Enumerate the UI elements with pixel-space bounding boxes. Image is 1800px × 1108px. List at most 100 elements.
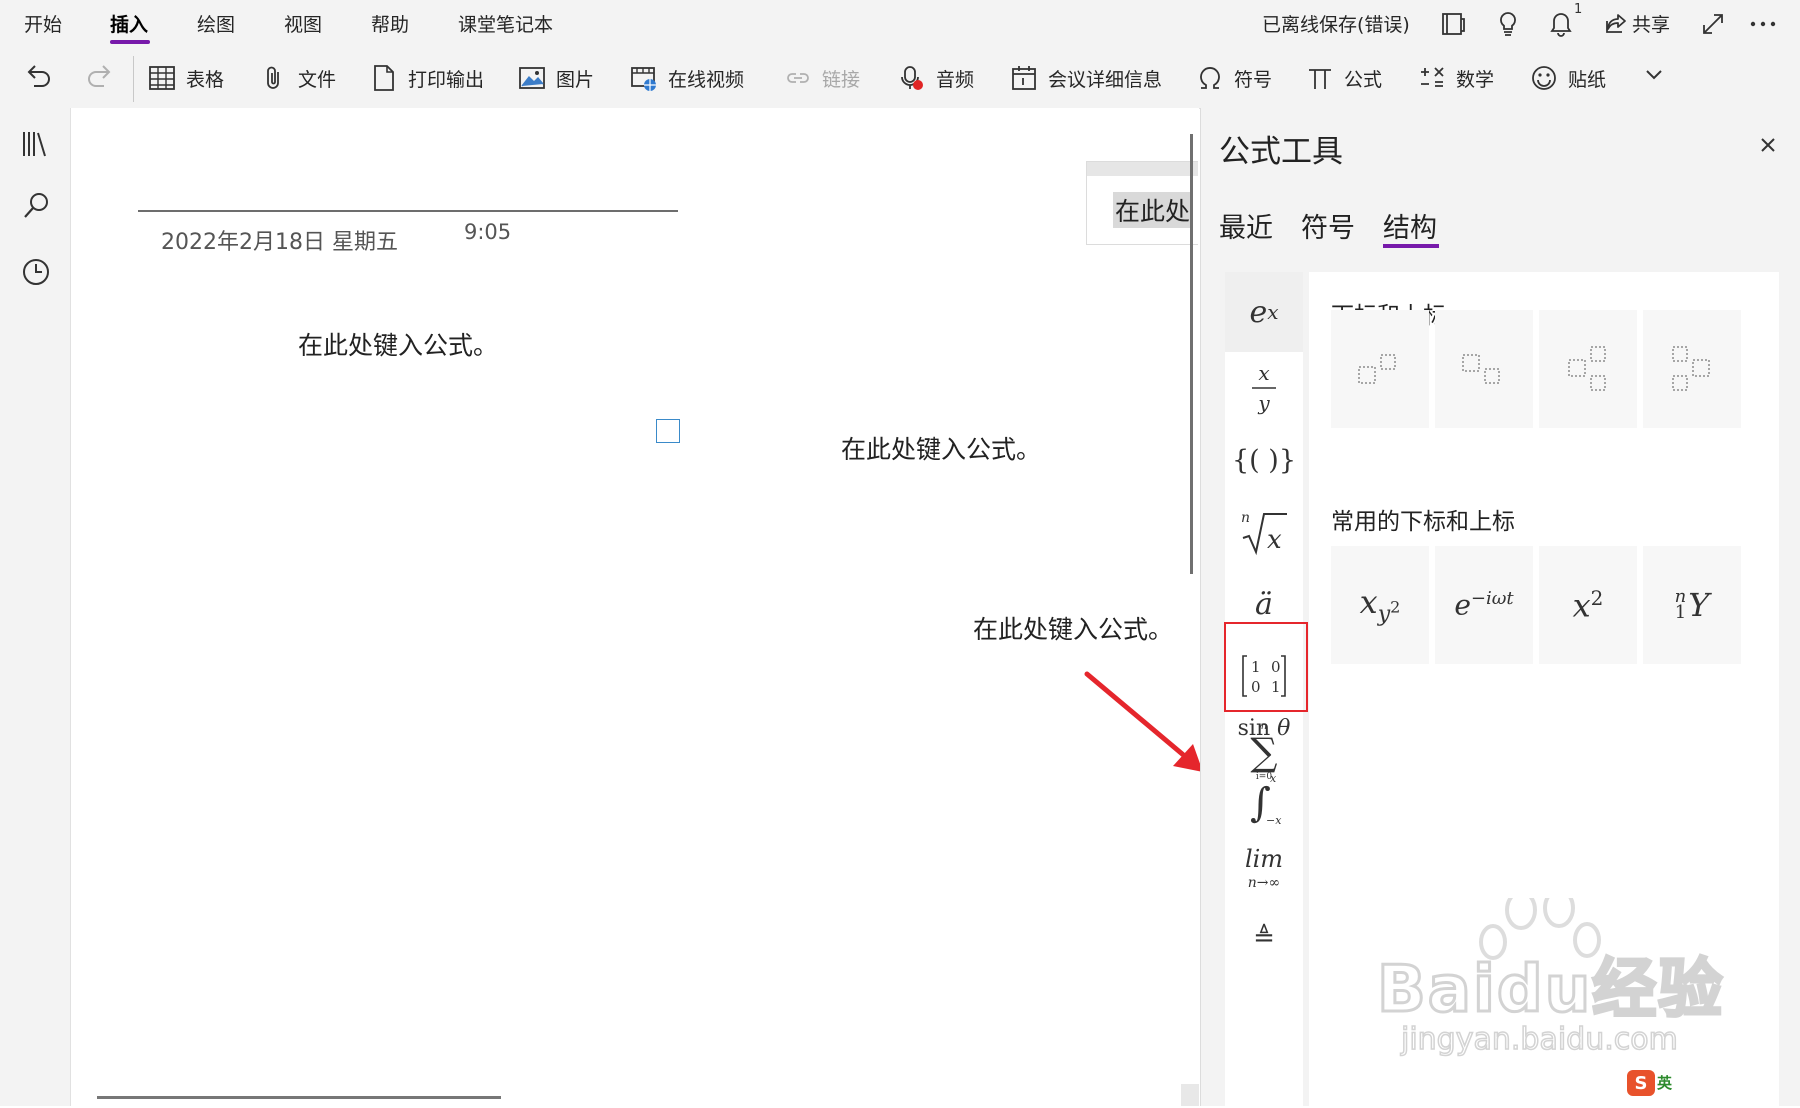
page-title-line	[138, 210, 678, 212]
symbol-label: 符号	[1234, 68, 1273, 91]
insert-equation-button[interactable]: 公式	[1306, 62, 1382, 94]
svg-text:y: y	[1257, 391, 1270, 415]
ribbon-separator	[133, 56, 134, 102]
category-functions[interactable]: sin θ	[1225, 688, 1303, 768]
category-brackets[interactable]: {( )}	[1225, 420, 1303, 500]
ribbon-toolbar: 表格 文件 打印输出 图片 在线视频 链接 音频 会议详细信息 符号 公式 数学	[0, 46, 1800, 109]
left-nav	[0, 108, 71, 1106]
selected-equation-text[interactable]: 在此处	[1113, 192, 1193, 228]
radical-icon: nx	[1241, 510, 1287, 556]
tab-symbols[interactable]: 符号	[1301, 206, 1355, 245]
tab-recent[interactable]: 最近	[1219, 206, 1273, 245]
undo-icon[interactable]	[22, 60, 54, 92]
notebooks-icon[interactable]	[20, 128, 52, 160]
menu-home[interactable]: 开始	[24, 10, 62, 37]
tile-left-sub-superscript[interactable]	[1643, 310, 1741, 428]
equation-tools-pane: 公式工具 最近 符号 结构 ex xy {( )} nx ä 1001 n ∑ i=…	[1200, 108, 1800, 1106]
link-icon	[787, 73, 809, 83]
more-icon[interactable]	[1750, 20, 1776, 28]
search-icon[interactable]	[20, 190, 52, 222]
insert-link-button[interactable]: 链接	[784, 62, 860, 94]
chevron-down-icon[interactable]	[1644, 68, 1664, 82]
notebook-icon[interactable]	[1440, 11, 1466, 37]
svg-text:lim: lim	[1245, 845, 1283, 873]
input-cursor-box[interactable]	[656, 419, 680, 443]
tile-x-sub-y-squared[interactable]: xy2	[1331, 546, 1429, 664]
note-page[interactable]: 2022年2月18日 星期五 9:05 在此处键入公式。 在此处键入公式。 在此…	[71, 108, 1254, 1106]
insert-picture-button[interactable]: 图片	[518, 62, 594, 94]
share-button[interactable]: 共享	[1632, 10, 1670, 37]
category-integrals[interactable]: ∫ x −x	[1225, 758, 1303, 838]
insert-math-button[interactable]: 数学	[1418, 62, 1494, 94]
menu-help[interactable]: 帮助	[371, 10, 409, 37]
page-time: 9:05	[464, 220, 512, 244]
menu-class-notebook[interactable]: 课堂笔记本	[458, 10, 553, 37]
active-menu-underline	[110, 40, 150, 44]
scroll-corner	[1181, 1084, 1199, 1106]
category-radical[interactable]: nx	[1225, 492, 1303, 572]
pane-title: 公式工具	[1219, 134, 1343, 170]
insert-meeting-details-button[interactable]: 会议详细信息	[1010, 62, 1162, 94]
share-icon[interactable]	[1604, 11, 1628, 35]
bell-icon[interactable]	[1548, 10, 1574, 38]
equation-container[interactable]: 在此处	[1086, 161, 1198, 245]
insert-symbol-button[interactable]: 符号	[1196, 62, 1272, 94]
tab-structures[interactable]: 结构	[1383, 206, 1437, 245]
tile-e-minus-i-omega-t[interactable]: e−iωt	[1435, 546, 1533, 664]
active-tab-underline	[1383, 244, 1439, 248]
svg-text:n→∞: n→∞	[1248, 875, 1280, 891]
category-operators[interactable]: ≜	[1225, 898, 1303, 978]
horizontal-scrollbar[interactable]	[97, 1096, 501, 1099]
svg-text:n: n	[1241, 510, 1250, 526]
recent-clock-icon[interactable]	[20, 256, 52, 288]
tile-superscript[interactable]	[1331, 310, 1429, 428]
expand-icon[interactable]	[1700, 11, 1726, 37]
menu-insert[interactable]: 插入	[110, 10, 148, 37]
annotation-arrow	[1084, 671, 1203, 772]
equation-placeholder-2[interactable]: 在此处键入公式。	[841, 430, 1041, 466]
sin-theta-glyph: sin θ	[1237, 715, 1291, 741]
equation-placeholder-3[interactable]: 在此处键入公式。	[973, 610, 1173, 646]
ime-logo-icon[interactable]: S	[1627, 1070, 1655, 1096]
category-scripts[interactable]: ex	[1225, 272, 1303, 352]
math-icon	[1421, 67, 1444, 87]
insert-printout-button[interactable]: 打印输出	[370, 62, 484, 94]
online-video-icon	[631, 67, 656, 91]
pi-icon	[1309, 69, 1331, 89]
tile-subscript[interactable]	[1435, 310, 1533, 428]
insert-online-video-button[interactable]: 在线视频	[630, 62, 744, 94]
lightbulb-icon[interactable]	[1496, 10, 1520, 38]
svg-text:−x: −x	[1266, 814, 1282, 827]
table-label: 表格	[186, 68, 225, 91]
page-date: 2022年2月18日 星期五	[161, 230, 398, 255]
sub-superscript-template-icon	[1568, 346, 1606, 391]
watermark-url: jingyan.baidu.com	[1400, 1021, 1678, 1058]
insert-audio-button[interactable]: 音频	[898, 62, 974, 94]
insert-file-button[interactable]: 文件	[260, 62, 336, 94]
calendar-icon	[1012, 66, 1036, 90]
redo-icon[interactable]	[84, 60, 116, 92]
close-icon[interactable]	[1759, 136, 1777, 154]
sync-status[interactable]: 已离线保存(错误)	[1262, 10, 1410, 37]
menu-view[interactable]: 视图	[284, 10, 322, 37]
tile-x-squared[interactable]: x2	[1539, 546, 1637, 664]
integral-icon: ∫x−x	[1250, 772, 1282, 827]
tile-pre-sub-superscript-y[interactable]: n1Y	[1643, 546, 1741, 664]
tile-sub-superscript[interactable]	[1539, 310, 1637, 428]
ime-language-indicator[interactable]: 英	[1657, 1072, 1672, 1093]
category-fraction[interactable]: xy	[1225, 348, 1303, 428]
menu-draw[interactable]: 绘图	[197, 10, 235, 37]
limit-icon: lim n→∞	[1245, 845, 1283, 891]
paperclip-icon	[267, 66, 279, 89]
audio-icon	[901, 66, 923, 90]
superscript-template-icon	[1358, 354, 1396, 384]
menu-bar: 开始 插入 绘图 视图 帮助 课堂笔记本 已离线保存(错误) 1 共享	[0, 0, 1800, 46]
equation-placeholder-1[interactable]: 在此处键入公式。	[298, 326, 498, 362]
insert-sticker-button[interactable]: 贴纸	[1530, 62, 1606, 94]
table-icon	[149, 66, 175, 90]
notification-count: 1	[1574, 2, 1583, 17]
vertical-scrollbar[interactable]	[1190, 134, 1193, 574]
insert-table-button[interactable]: 表格	[148, 62, 224, 94]
fraction-icon: xy	[1252, 361, 1276, 415]
link-label: 链接	[822, 68, 861, 91]
